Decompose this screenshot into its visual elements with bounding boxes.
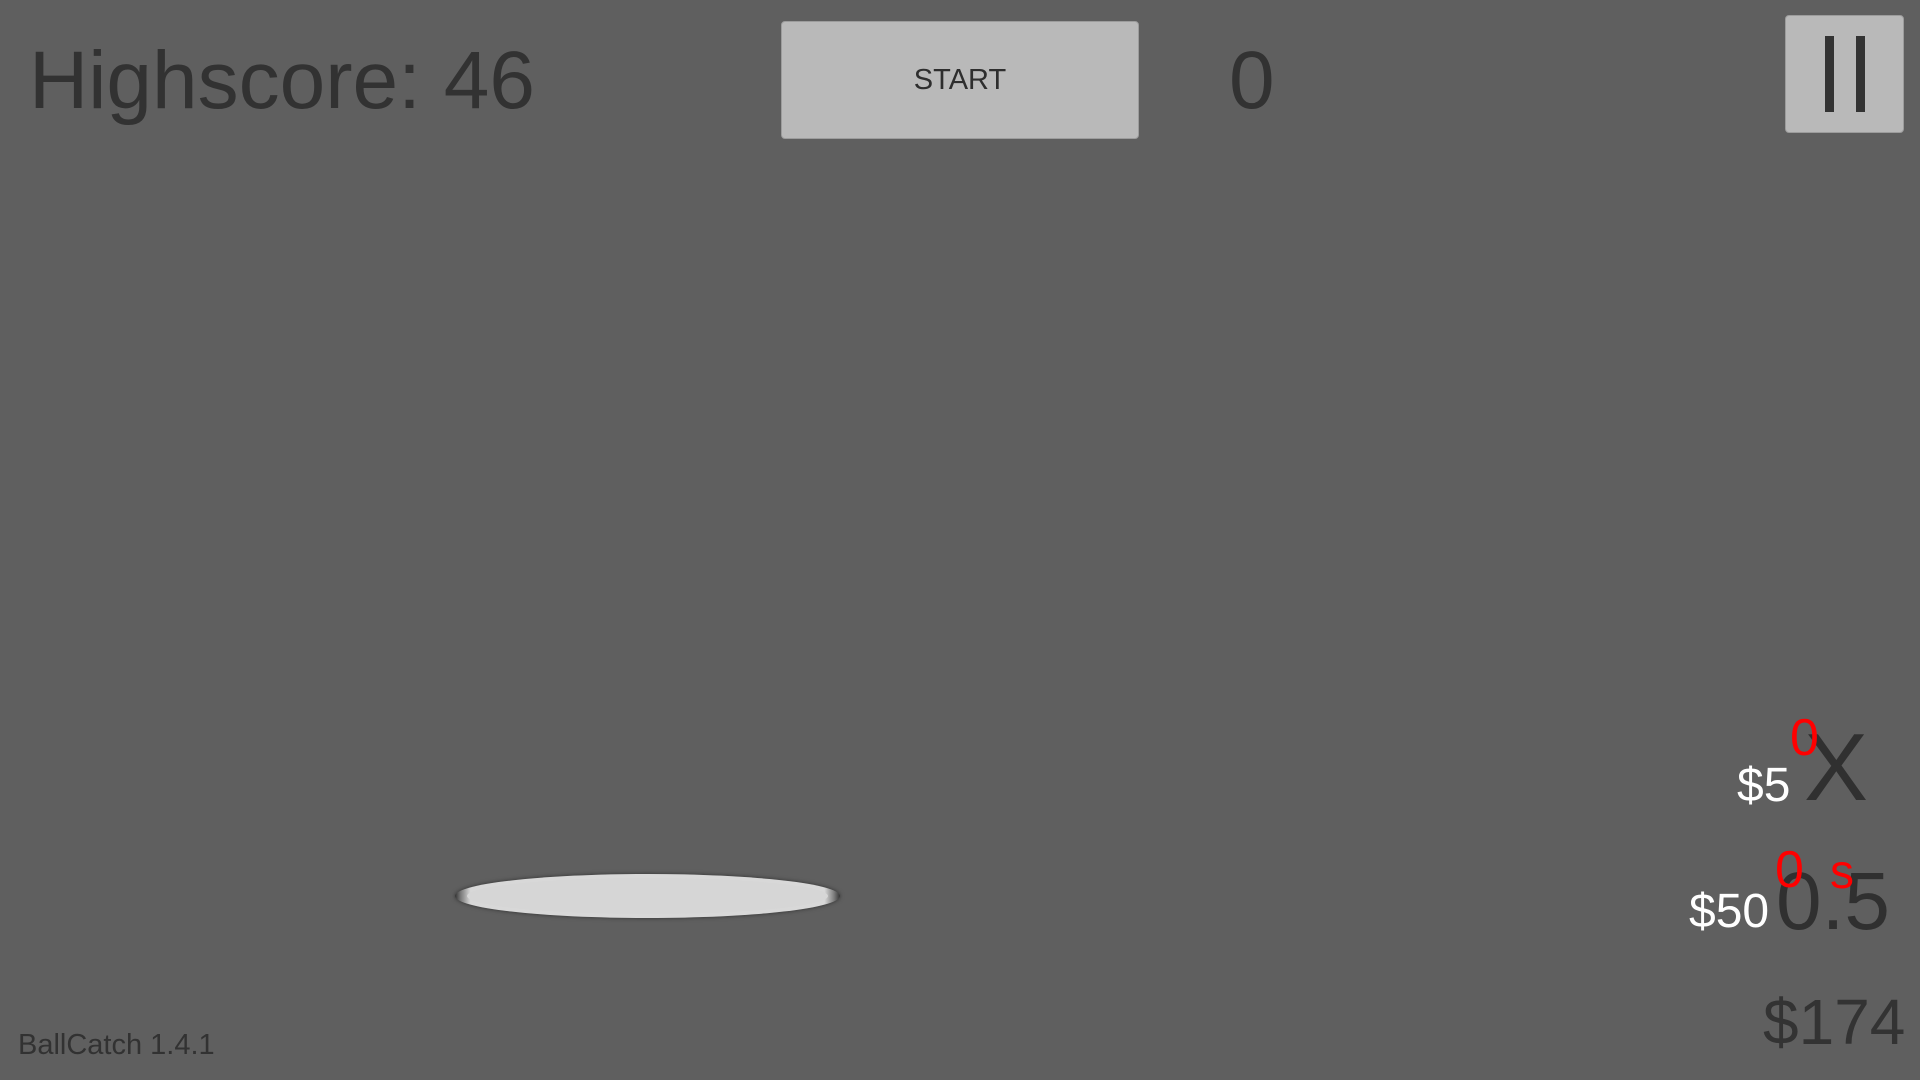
multiplier-price: $5 <box>1737 759 1791 812</box>
start-button[interactable]: START <box>781 21 1139 139</box>
start-button-label: START <box>913 63 1007 96</box>
version-label: BallCatch 1.4.1 <box>18 1029 215 1061</box>
time-level: 0 <box>1775 841 1804 899</box>
pause-button[interactable] <box>1785 15 1904 133</box>
time-price: $50 <box>1689 885 1770 938</box>
paddle[interactable] <box>455 874 840 918</box>
score-counter: 0 <box>1229 35 1275 126</box>
money-balance: $174 <box>1763 986 1906 1058</box>
highscore-label: Highscore: 46 <box>29 35 535 126</box>
multiplier-level: 0 <box>1790 709 1819 767</box>
game-screen[interactable]: Highscore: 46 START 0 $5 X 0 $50 0.5 0 s… <box>0 0 1920 1080</box>
time-unit: s <box>1830 846 1854 899</box>
